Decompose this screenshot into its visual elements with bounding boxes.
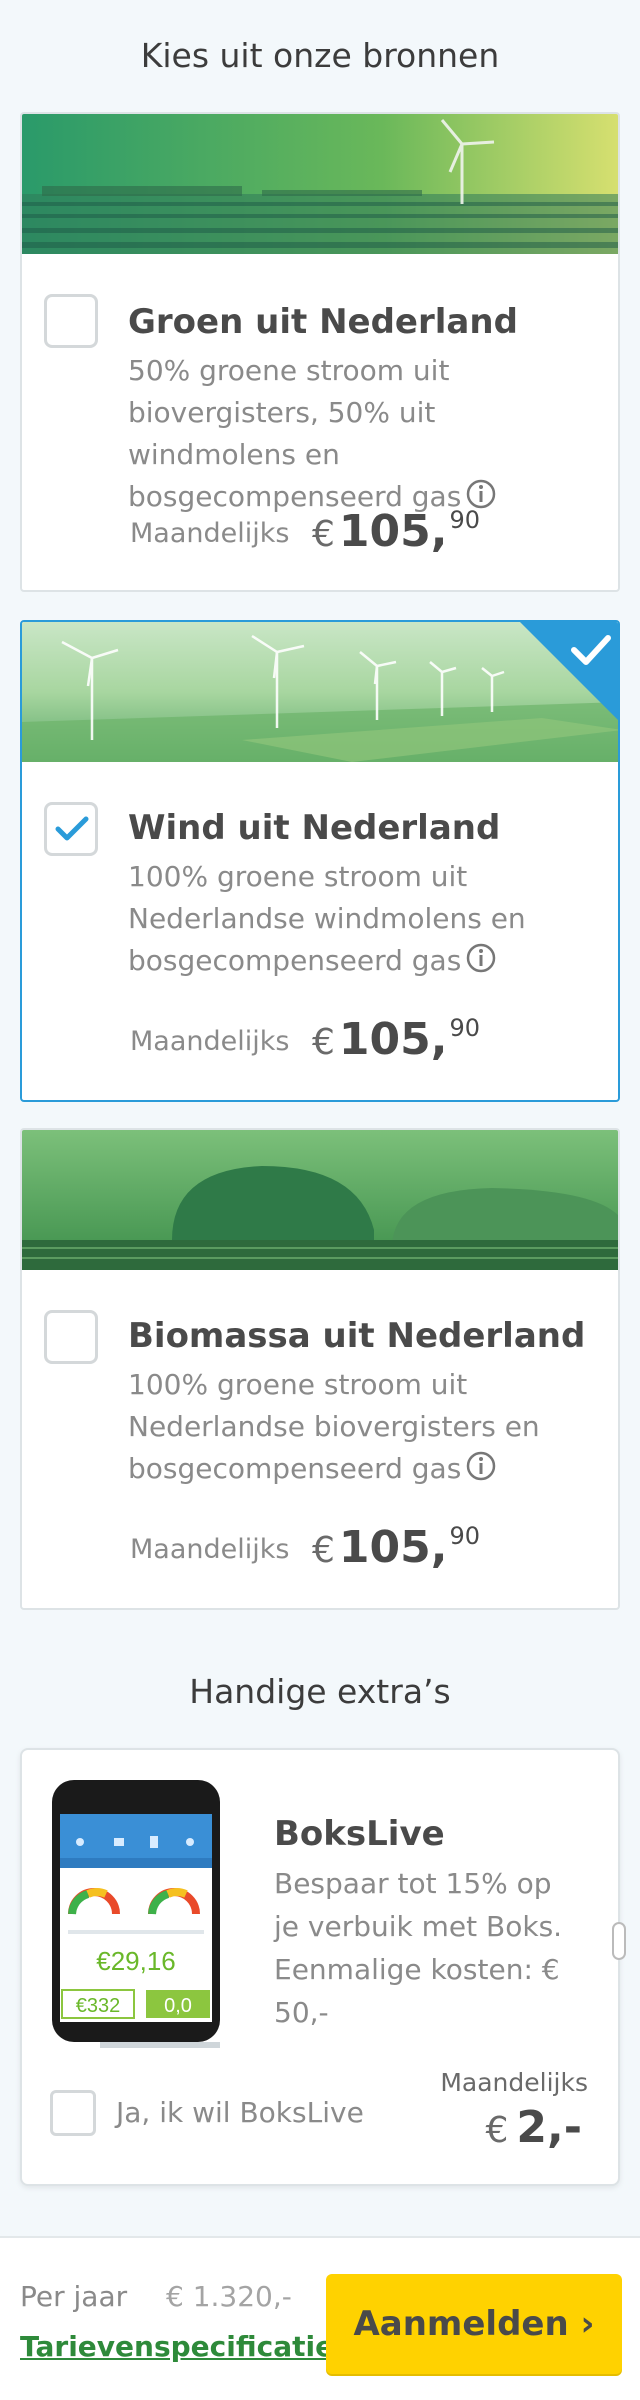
phone-right-value: 0,0 [164,1995,192,2017]
source-title: Groen uit Nederland [128,302,518,342]
per-jaar-label: Per jaar [20,2280,128,2313]
source-title: Wind uit Nederland [128,808,501,848]
info-icon[interactable] [465,1450,497,1482]
source-card-wind[interactable]: Wind uit Nederland 100% groene stroom ui… [20,620,620,1102]
tarievenspecificatie-link[interactable]: Tarievenspecificatie [20,2330,334,2363]
source-description: 50% groene stroom uit biovergisters, 50%… [128,350,598,518]
extra-title: BoksLive [274,1814,445,1854]
source-description: 100% groene stroom uit Nederlandse windm… [128,860,526,977]
footer-bar: Per jaar € 1.320,- Tarievenspecificatie … [0,2236,640,2400]
extra-price-label: Maandelijks [440,2068,588,2097]
per-jaar-value: € 1.320,- [166,2280,292,2313]
source-checkbox-wind[interactable] [44,802,98,856]
card-image-solar-wind [22,114,618,254]
price-value: €105,90 [312,506,481,557]
checkmark-icon [55,816,89,841]
price-value: €105,90 [312,1522,481,1573]
phone-main-value: €29,16 [96,1946,176,1976]
card-image-biogas-domes [22,1130,618,1270]
phone-app-illustration: €29,16 €332 0,0 [52,1780,220,2048]
selected-corner-flag [520,622,618,720]
extra-price-value: €2,- [485,2102,583,2153]
source-checkbox-biomassa[interactable] [44,1310,98,1364]
source-card-groen[interactable]: Groen uit Nederland 50% groene stroom ui… [20,112,620,592]
sources-section-title: Kies uit onze bronnen [140,36,500,75]
bokslive-checkbox-label[interactable]: Ja, ik wil BoksLive [116,2096,364,2129]
carousel-next-handle[interactable] [612,1922,626,1960]
source-title: Biomassa uit Nederland [128,1316,586,1356]
extra-card-bokslive[interactable]: €29,16 €332 0,0 BoksLive Bespaar tot 15%… [20,1748,626,2186]
price-label: Maandelijks [130,518,290,549]
aanmelden-button[interactable]: Aanmelden › [326,2274,622,2374]
price-value: €105,90 [312,1014,481,1065]
phone-left-value: €332 [76,1995,121,2017]
extras-section-title: Handige extra’s [189,1672,451,1711]
info-icon[interactable] [465,942,497,974]
source-card-biomassa[interactable]: Biomassa uit Nederland 100% groene stroo… [20,1128,620,1610]
extra-description: Bespaar tot 15% op je verbuik met Boks. … [274,1867,563,2029]
price-label: Maandelijks [130,1534,290,1565]
bokslive-checkbox[interactable] [50,2090,96,2136]
source-checkbox-groen[interactable] [44,294,98,348]
price-label: Maandelijks [130,1026,290,1057]
source-description: 100% groene stroom uit Nederlandse biove… [128,1368,540,1485]
